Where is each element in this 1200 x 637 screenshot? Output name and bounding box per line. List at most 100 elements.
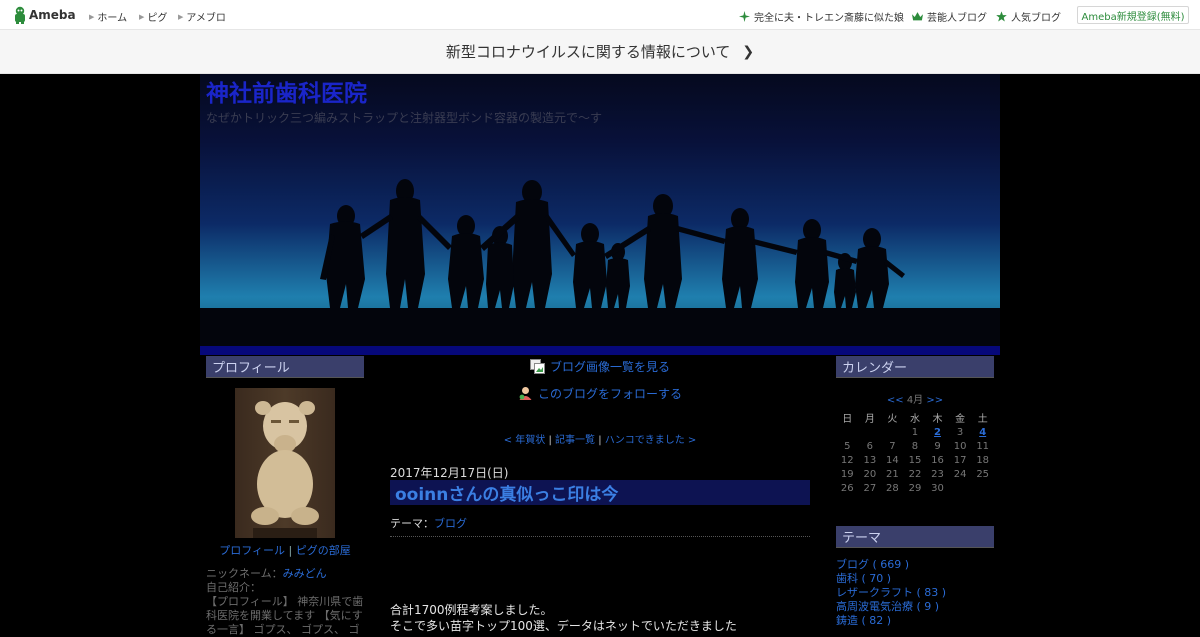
calendar-weekday: 月 bbox=[864, 414, 875, 425]
calendar-week-row: 26 27 28 29 30 bbox=[836, 481, 994, 495]
blog-images-link[interactable]: ブログ画像一覧を見る bbox=[530, 358, 670, 375]
intro-label: 自己紹介： bbox=[206, 581, 261, 594]
calendar-month: 4月 bbox=[906, 395, 924, 406]
calendar-empty-cell bbox=[971, 481, 994, 495]
chevron-right-icon: ▶ bbox=[89, 12, 95, 21]
calendar: 日月火水木金土 1 2 3 4 5 6 7 8 9 10 11 12 13 14 15 16 17 18 19 20 21… bbox=[836, 410, 994, 495]
post-date: 2017年12月17日(日) bbox=[390, 466, 509, 480]
calendar-day: 27 bbox=[863, 482, 877, 494]
theme-item[interactable]: 歯科 ( 70 ) bbox=[836, 572, 994, 586]
blog-header-banner: 神社前歯科医院 なぜかトリック三つ編みストラップと注射器型ボンド容器の製造元で～… bbox=[200, 74, 1000, 346]
chevron-right-icon: ▶ bbox=[178, 12, 184, 21]
calendar-day: 16 bbox=[931, 454, 944, 466]
post-body-line: そこで多い苗字トップ100選、データはネットでいただきました bbox=[390, 619, 737, 633]
calendar-day: 26 bbox=[840, 482, 854, 494]
calendar-day: 15 bbox=[908, 454, 922, 466]
calendar-day: 17 bbox=[953, 454, 967, 466]
theme-item[interactable]: 鋳造 ( 82 ) bbox=[836, 614, 994, 628]
follow-blog-link[interactable]: このブログをフォローする bbox=[518, 385, 682, 402]
figurine-photo bbox=[251, 401, 319, 538]
profile-link[interactable]: プロフィール bbox=[219, 544, 285, 557]
calendar-day: 29 bbox=[908, 482, 922, 494]
calendar-week-row: 5 6 7 8 9 10 11 bbox=[836, 439, 994, 453]
follow-blog-label: このブログをフォローする bbox=[538, 387, 683, 401]
profile-links: プロフィール | ピグの部屋 bbox=[206, 542, 364, 558]
nav-pigg[interactable]: ▶ ピグ bbox=[139, 9, 168, 25]
nickname-link[interactable]: みみどん bbox=[283, 567, 327, 580]
nav-pigg-label: ピグ bbox=[147, 13, 168, 24]
nav-ameblo[interactable]: ▶ アメブロ bbox=[178, 9, 226, 25]
calendar-day: 11 bbox=[976, 440, 990, 452]
calendar-day: 3 bbox=[956, 426, 964, 438]
calendar-day[interactable]: 2 bbox=[926, 425, 949, 439]
calendar-week-row: 12 13 14 15 16 17 18 bbox=[836, 453, 994, 467]
calendar-day: 6 bbox=[866, 440, 874, 452]
ameba-mascot-icon bbox=[15, 6, 25, 24]
calendar-day: 28 bbox=[886, 482, 899, 494]
celebrity-blog-link[interactable]: 芸能人ブログ bbox=[912, 9, 987, 24]
calendar-empty-cell bbox=[859, 425, 882, 439]
register-button[interactable]: Ameba新規登録(無料) bbox=[1077, 6, 1189, 24]
theme-item[interactable]: ブログ ( 669 ) bbox=[836, 558, 994, 572]
post-title-bar: ooinnさんの真似っこ印は今 bbox=[390, 480, 810, 505]
nav-ameblo-label: アメブロ bbox=[186, 13, 226, 24]
covid-notice-link[interactable]: 新型コロナウイルスに関する情報について ❯ bbox=[0, 30, 1200, 74]
blog-images-label: ブログ画像一覧を見る bbox=[550, 360, 671, 374]
post-title[interactable]: ooinnさんの真似っこ印は今 bbox=[395, 480, 618, 505]
calendar-day: 13 bbox=[863, 454, 877, 466]
calendar-weekday: 水 bbox=[909, 414, 920, 425]
popular-blog-link[interactable]: 人気ブログ bbox=[996, 9, 1061, 24]
trending-topic-label: 完全に夫・トレエン斎藤に似た娘 bbox=[754, 13, 904, 24]
calendar-day[interactable]: 4 bbox=[971, 425, 994, 439]
nickname-row: ニックネーム：みみどん bbox=[206, 567, 364, 581]
post-theme-link[interactable]: ブログ bbox=[434, 517, 467, 530]
covid-notice-text: 新型コロナウイルスに関する情報について bbox=[445, 43, 731, 61]
image-gallery-icon bbox=[530, 359, 545, 374]
calendar-week-row: 1234 bbox=[836, 425, 994, 439]
trending-topic-link[interactable]: 完全に夫・トレエン斎藤に似た娘 bbox=[739, 9, 904, 24]
calendar-day: 24 bbox=[953, 468, 967, 480]
profile-image[interactable] bbox=[235, 388, 335, 538]
profile-details: ニックネーム：みみどん 自己紹介： 【プロフィール】 神奈川県で歯科医院を開業し… bbox=[206, 567, 364, 637]
post-theme-label: テーマ： bbox=[390, 517, 434, 530]
prev-entry-link[interactable]: < 年賀状 bbox=[504, 435, 546, 446]
calendar-weekday: 金 bbox=[955, 414, 966, 425]
post-theme-row: テーマ：ブログ bbox=[390, 515, 810, 537]
ameba-logo-text: Ameba bbox=[29, 8, 76, 22]
calendar-day: 21 bbox=[886, 468, 899, 480]
crown-icon bbox=[912, 12, 923, 21]
link-separator: | bbox=[288, 544, 296, 557]
post-body-line: 合計1700例程考案しました。 bbox=[390, 603, 553, 617]
theme-list: ブログ ( 669 ) 歯科 ( 70 ) レザークラフト ( 83 ) 高周波… bbox=[836, 558, 994, 628]
entry-list-link[interactable]: 記事一覧 bbox=[555, 435, 595, 446]
theme-item[interactable]: レザークラフト ( 83 ) bbox=[836, 586, 994, 600]
calendar-day: 9 bbox=[934, 440, 941, 452]
calendar-next-link[interactable]: >> bbox=[926, 395, 943, 406]
calendar-day: 22 bbox=[908, 468, 922, 480]
themes-heading: テーマ bbox=[836, 526, 994, 548]
calendar-empty-cell bbox=[881, 425, 904, 439]
calendar-day: 8 bbox=[911, 440, 919, 452]
calendar-day: 20 bbox=[863, 468, 877, 480]
calendar-weekday: 土 bbox=[977, 414, 988, 425]
popular-blog-label: 人気ブログ bbox=[1011, 13, 1061, 24]
calendar-day: 1 bbox=[911, 426, 919, 438]
calendar-prev-link[interactable]: << bbox=[887, 395, 904, 406]
calendar-week-row: 19 20 21 22 23 24 25 bbox=[836, 467, 994, 481]
calendar-day: 12 bbox=[840, 454, 854, 466]
banner-divider bbox=[200, 346, 1000, 355]
theme-item[interactable]: 高周波電気治療 ( 9 ) bbox=[836, 600, 994, 614]
calendar-day: 7 bbox=[889, 440, 896, 452]
nav-home[interactable]: ▶ ホーム bbox=[89, 9, 127, 25]
global-header: Ameba ▶ ホーム ▶ ピグ ▶ アメブロ 完全に夫・トレエン斎藤に似た娘 … bbox=[0, 0, 1200, 30]
calendar-day: 18 bbox=[976, 454, 990, 466]
calendar-day: 5 bbox=[844, 440, 851, 452]
calendar-weekday-row: 日月 火水 木 金土 bbox=[836, 410, 994, 425]
next-entry-link[interactable]: ハンコできました > bbox=[605, 435, 697, 446]
calendar-empty-cell bbox=[949, 481, 972, 495]
calendar-empty-cell bbox=[836, 425, 859, 439]
pigg-room-link[interactable]: ピグの部屋 bbox=[296, 544, 351, 557]
ameba-logo[interactable]: Ameba bbox=[13, 6, 76, 24]
calendar-day: 19 bbox=[840, 468, 854, 480]
blog-title[interactable]: 神社前歯科医院 bbox=[206, 74, 367, 108]
